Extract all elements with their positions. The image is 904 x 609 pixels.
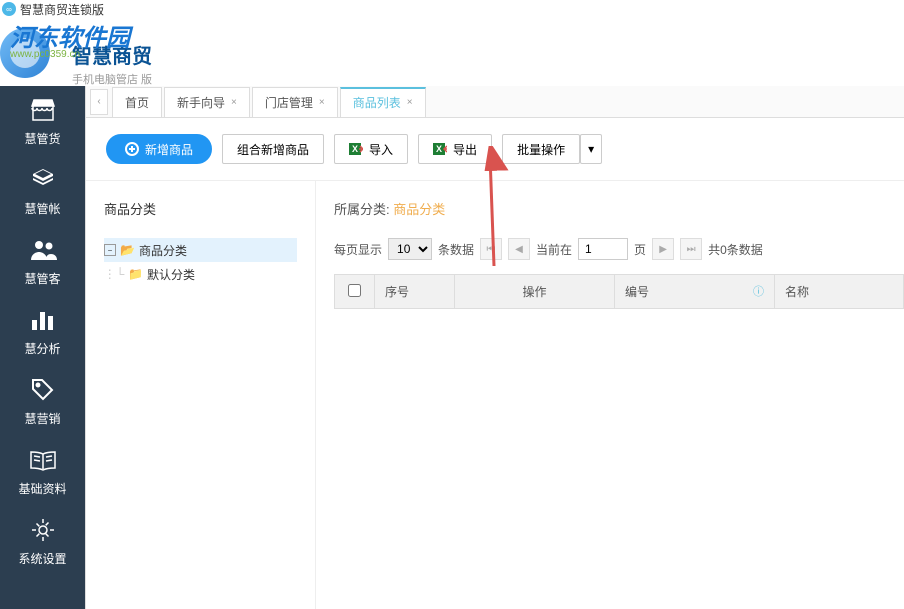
sidebar-item-customers[interactable]: 慧管客	[0, 226, 85, 296]
tab-scroll-left-button[interactable]: ‹	[90, 89, 108, 115]
sidebar-item-goods[interactable]: 慧管货	[0, 86, 85, 156]
plus-icon	[125, 142, 139, 156]
gear-icon	[29, 516, 57, 544]
sidebar-label: 慧营销	[24, 410, 60, 427]
svg-text:X: X	[436, 144, 442, 154]
first-page-button[interactable]: ⏮	[480, 238, 502, 260]
button-label: 批量操作	[517, 141, 565, 158]
tree-node-label: 商品分类	[139, 242, 187, 259]
filter-value[interactable]: 商品分类	[393, 202, 445, 217]
store-icon	[29, 96, 57, 124]
users-icon	[29, 236, 57, 264]
window-title: 智慧商贸连锁版	[20, 1, 104, 18]
sidebar-item-basic[interactable]: 基础资料	[0, 436, 85, 506]
add-product-button[interactable]: 新增商品	[106, 134, 212, 164]
select-all-checkbox[interactable]	[348, 284, 361, 297]
book-icon	[29, 166, 57, 194]
button-label: 导入	[369, 141, 393, 158]
records-suffix: 条数据	[438, 241, 474, 258]
tab-product-list[interactable]: 商品列表 ×	[340, 87, 426, 117]
sidebar-item-analysis[interactable]: 慧分析	[0, 296, 85, 366]
panel-title: 商品分类	[104, 199, 297, 218]
filter-breadcrumb: 所属分类: 商品分类	[334, 199, 904, 218]
tab-label: 首页	[125, 94, 149, 111]
total-text: 共0条数据	[708, 241, 763, 258]
prev-page-button[interactable]: ◀	[508, 238, 530, 260]
select-all-header	[335, 275, 375, 309]
close-icon[interactable]: ×	[231, 97, 237, 108]
chevron-down-icon: ▾	[588, 142, 594, 156]
chart-bar-icon	[29, 306, 57, 334]
table-header-row: 序号 操作 编号 ⓘ 名称	[335, 275, 904, 309]
batch-action-button[interactable]: 批量操作	[502, 134, 580, 164]
button-label: 新增商品	[145, 141, 193, 158]
sidebar-item-settings[interactable]: 系统设置	[0, 506, 85, 576]
sidebar-label: 慧管帐	[24, 200, 60, 217]
folder-open-icon: 📂	[120, 243, 135, 257]
excel-export-icon: X	[433, 142, 447, 156]
info-icon[interactable]: ⓘ	[753, 283, 764, 299]
window-title-bar: ∞ 智慧商贸连锁版	[0, 0, 904, 18]
sidebar-label: 基础资料	[18, 480, 66, 497]
close-icon[interactable]: ×	[407, 97, 413, 108]
combine-add-button[interactable]: 组合新增商品	[222, 134, 324, 164]
svg-text:X: X	[352, 144, 358, 154]
logo-area: 河东软件园 www.pc0359.cn 智慧商贸 手机电脑管店 版	[0, 18, 904, 86]
tab-guide[interactable]: 新手向导 ×	[164, 87, 250, 117]
batch-dropdown-button[interactable]: ▾	[580, 134, 602, 164]
per-page-select[interactable]: 10	[388, 238, 432, 260]
sidebar-label: 系统设置	[18, 550, 66, 567]
tree-line: ⋮└	[104, 267, 124, 281]
import-button[interactable]: X 导入	[334, 134, 408, 164]
tree-child-row[interactable]: ⋮└ 📁 默认分类	[104, 262, 297, 286]
pagination: 每页显示 10 条数据 ⏮ ◀ 当前在 页 ▶ ⏭ 共0条数据	[334, 238, 904, 260]
toolbar: 新增商品 组合新增商品 X 导入 X 导出 批量操作 ▾	[86, 118, 904, 181]
tag-icon	[29, 376, 57, 404]
tree-collapse-icon[interactable]: −	[104, 244, 116, 256]
product-list-panel: 所属分类: 商品分类 每页显示 10 条数据 ⏮ ◀ 当前在 页 ▶ ⏭	[316, 181, 904, 609]
col-seq: 序号	[375, 275, 455, 309]
tree-node-label: 默认分类	[147, 266, 195, 283]
tab-label: 商品列表	[353, 94, 401, 111]
excel-import-icon: X	[349, 142, 363, 156]
button-label: 组合新增商品	[237, 141, 309, 158]
filter-label: 所属分类:	[334, 202, 390, 217]
current-page-label: 当前在	[536, 241, 572, 258]
col-name: 名称	[775, 275, 904, 309]
logo-overlay: 河东软件园 www.pc0359.cn	[10, 18, 130, 60]
overlay-site-name: 河东软件园	[10, 18, 130, 53]
tab-label: 新手向导	[177, 94, 225, 111]
tabs-bar: ‹ 首页 新手向导 × 门店管理 × 商品列表 ×	[86, 86, 904, 118]
current-page-input[interactable]	[578, 238, 628, 260]
tab-home[interactable]: 首页	[112, 87, 162, 117]
tab-store-manage[interactable]: 门店管理 ×	[252, 87, 338, 117]
col-action: 操作	[455, 275, 615, 309]
category-tree: − 📂 商品分类 ⋮└ 📁 默认分类	[104, 238, 297, 286]
sidebar-item-accounts[interactable]: 慧管帐	[0, 156, 85, 226]
button-label: 导出	[453, 141, 477, 158]
sidebar-label: 慧管客	[24, 270, 60, 287]
folder-icon: 📁	[128, 267, 143, 281]
next-page-button[interactable]: ▶	[652, 238, 674, 260]
per-page-label: 每页显示	[334, 241, 382, 258]
open-book-icon	[29, 446, 57, 474]
sidebar: 慧管货 慧管帐 慧管客 慧分析 慧营销	[0, 86, 85, 609]
sidebar-item-marketing[interactable]: 慧营销	[0, 366, 85, 436]
brand-tagline: 手机电脑管店 版	[72, 71, 152, 87]
sidebar-label: 慧管货	[24, 130, 60, 147]
col-code: 编号 ⓘ	[615, 275, 775, 309]
close-icon[interactable]: ×	[319, 97, 325, 108]
last-page-button[interactable]: ⏭	[680, 238, 702, 260]
product-table: 序号 操作 编号 ⓘ 名称	[334, 274, 904, 309]
tree-root-row[interactable]: − 📂 商品分类	[104, 238, 297, 262]
export-button[interactable]: X 导出	[418, 134, 492, 164]
sidebar-label: 慧分析	[24, 340, 60, 357]
category-panel: 商品分类 − 📂 商品分类 ⋮└ 📁 默认分类	[86, 181, 316, 609]
tab-label: 门店管理	[265, 94, 313, 111]
app-icon: ∞	[2, 2, 16, 16]
page-suffix: 页	[634, 241, 646, 258]
